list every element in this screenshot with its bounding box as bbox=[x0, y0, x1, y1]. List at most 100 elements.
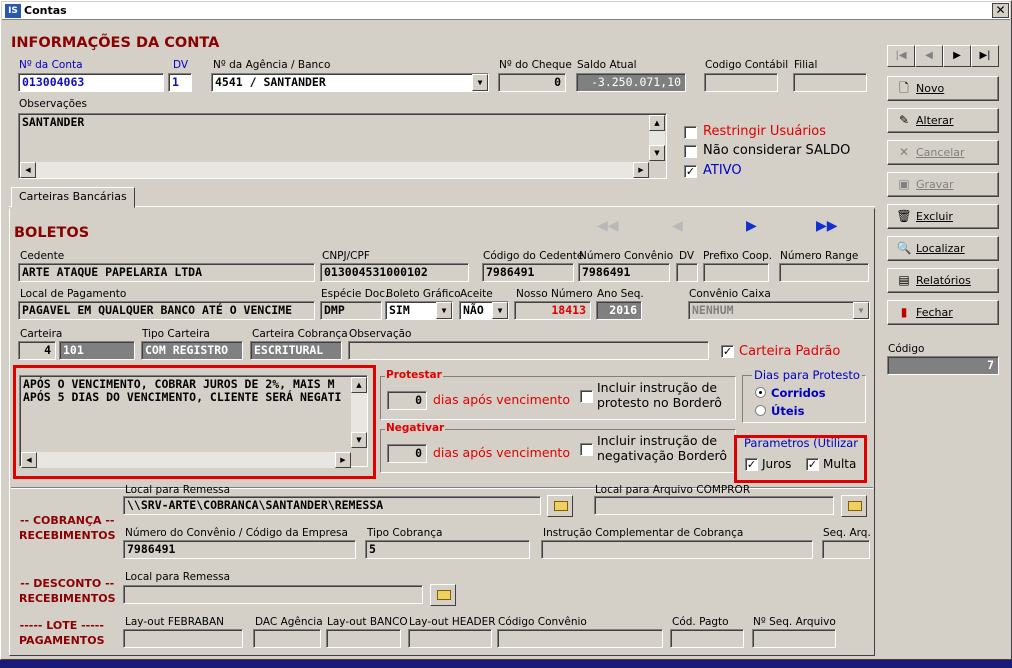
tipo-cob-field[interactable]: 5 bbox=[365, 540, 530, 559]
chevron-down-icon[interactable]: ▼ bbox=[492, 302, 508, 319]
num-range-field[interactable] bbox=[779, 263, 869, 282]
alterar-button[interactable]: ✎ Alterar bbox=[887, 108, 999, 133]
obs-hscroll[interactable]: ◀ ▶ bbox=[20, 162, 649, 178]
convenio-field[interactable]: 7986491 bbox=[123, 540, 356, 559]
filial-field[interactable] bbox=[793, 73, 867, 92]
section-conta-title: INFORMAÇÕES DA CONTA bbox=[11, 35, 220, 51]
desc-remessa-field[interactable] bbox=[123, 585, 423, 604]
nav-prev-button[interactable]: ◀ bbox=[915, 45, 943, 67]
novo-button[interactable]: 🗋 Novo bbox=[887, 76, 999, 101]
especie-field[interactable]: DMP bbox=[320, 301, 382, 320]
local-comprob-field[interactable] bbox=[594, 496, 834, 515]
incl-protesto-checkbox[interactable] bbox=[580, 390, 593, 403]
conv-lote-field[interactable] bbox=[497, 629, 663, 648]
excluir-label: Excluir bbox=[916, 210, 953, 223]
conv-lote-label: Código Convênio bbox=[498, 616, 587, 628]
nosso-num-field[interactable]: 18413 bbox=[514, 301, 591, 320]
protestar-dias-field[interactable]: 0 bbox=[387, 391, 427, 410]
scroll-left-icon[interactable]: ◀ bbox=[20, 162, 36, 178]
uteis-radio[interactable] bbox=[755, 405, 766, 416]
agencia-select[interactable]: 4541 / SANTANDER ▼ bbox=[211, 73, 489, 92]
febraban-label: Lay-out FEBRABAN bbox=[125, 616, 225, 628]
nav-last-button[interactable]: ▶| bbox=[971, 45, 999, 67]
boleto-graf-select[interactable]: SIM ▼ bbox=[385, 301, 453, 320]
pagto-field[interactable] bbox=[670, 629, 744, 648]
protestar-label: Protestar bbox=[385, 369, 443, 381]
local-comprob-label: Local para Arquivo COMPROR bbox=[595, 484, 751, 496]
folder-icon[interactable] bbox=[547, 495, 573, 517]
conv-caixa-select[interactable]: NENHUM ▼ bbox=[688, 301, 870, 320]
contabil-label: Codigo Contábil bbox=[705, 59, 789, 71]
folder-icon[interactable] bbox=[430, 584, 456, 606]
chevron-down-icon[interactable]: ▼ bbox=[472, 74, 488, 91]
dv2-field[interactable] bbox=[676, 263, 698, 282]
first-record-icon[interactable]: ◀◀ bbox=[597, 218, 619, 234]
obs2-field[interactable] bbox=[348, 341, 709, 360]
cnpj-field[interactable]: 013004531000102 bbox=[320, 263, 469, 282]
dac-label: DAC Agência bbox=[255, 616, 323, 628]
carteira-num-field[interactable]: 4 bbox=[18, 341, 56, 360]
excluir-button[interactable]: 🗑 Excluir bbox=[887, 204, 999, 229]
cedente-field[interactable]: ARTE ATAQUE PAPELARIA LTDA bbox=[18, 263, 315, 282]
obs-vscroll[interactable]: ▲ ▼ bbox=[649, 115, 665, 161]
nao-saldo-label: Não considerar SALDO bbox=[703, 143, 851, 158]
ativo-checkbox[interactable]: ✓ bbox=[684, 165, 697, 178]
desconto-group-label: -- DESCONTO -- RECEBIMENTOS bbox=[19, 577, 116, 605]
ano-seq-field[interactable]: 2016 bbox=[596, 301, 642, 320]
carteira-cod-field: 101 bbox=[59, 341, 135, 360]
tab-carteiras[interactable]: Carteiras Bancárias bbox=[11, 187, 135, 208]
last-record-icon[interactable]: ▶▶ bbox=[816, 218, 838, 234]
seq-lote-field[interactable] bbox=[752, 629, 836, 648]
instr-comp-field[interactable] bbox=[541, 540, 813, 559]
local-remessa-label: Local para Remessa bbox=[125, 484, 231, 496]
localizar-label: Localizar bbox=[916, 242, 965, 255]
contabil-field[interactable] bbox=[704, 73, 778, 92]
local-remessa-field[interactable]: \\SRV-ARTE\COBRANCA\SANTANDER\REMESSA bbox=[123, 496, 541, 515]
prev-record-icon[interactable]: ◀ bbox=[672, 218, 683, 234]
n-conta-field[interactable]: 013004063 bbox=[18, 73, 164, 92]
gravar-button[interactable]: ▣ Gravar bbox=[887, 172, 999, 197]
banco-field[interactable] bbox=[326, 629, 401, 648]
corridos-radio[interactable] bbox=[755, 387, 766, 398]
scroll-right-icon[interactable]: ▶ bbox=[633, 162, 649, 178]
cod-cedente-field[interactable]: 7986491 bbox=[482, 263, 574, 282]
close-icon[interactable]: ✕ bbox=[992, 3, 1009, 18]
relatorios-button[interactable]: ▤ Relatórios bbox=[887, 268, 999, 293]
cancelar-button[interactable]: ✕ Cancelar bbox=[887, 140, 999, 165]
negativar-dias-field[interactable]: 0 bbox=[387, 444, 427, 463]
aceite-select[interactable]: NÃO ▼ bbox=[459, 301, 509, 320]
seq-arq-field[interactable] bbox=[822, 540, 870, 559]
padrao-checkbox[interactable]: ✓ bbox=[721, 345, 734, 358]
dias-protesto-label: Dias para Protesto bbox=[752, 368, 862, 382]
localizar-button[interactable]: 🔍 Localizar bbox=[887, 236, 999, 261]
prefixo-field[interactable] bbox=[703, 263, 769, 282]
febraban-field[interactable] bbox=[123, 629, 243, 648]
local-pag-label: Local de Pagamento bbox=[20, 288, 127, 300]
fechar-label: Fechar bbox=[916, 306, 953, 319]
nao-saldo-checkbox[interactable] bbox=[684, 145, 697, 158]
tipo-cob-label: Tipo Cobrança bbox=[367, 527, 443, 539]
banco-label: Lay-out BANCO bbox=[327, 616, 408, 628]
next-record-icon[interactable]: ▶ bbox=[746, 218, 757, 234]
cheque-field[interactable]: 0 bbox=[498, 73, 566, 92]
dac-field[interactable] bbox=[253, 629, 321, 648]
header-field[interactable] bbox=[408, 629, 492, 648]
scroll-down-icon[interactable]: ▼ bbox=[649, 145, 665, 161]
folder-icon[interactable] bbox=[841, 495, 867, 517]
boleto-graf-value: SIM bbox=[389, 303, 410, 317]
restringir-checkbox[interactable] bbox=[684, 126, 697, 139]
nav-next-button[interactable]: ▶ bbox=[943, 45, 971, 67]
incl-negat-checkbox[interactable] bbox=[580, 443, 593, 456]
chevron-down-icon[interactable]: ▼ bbox=[853, 302, 869, 319]
chevron-down-icon[interactable]: ▼ bbox=[436, 302, 452, 319]
scroll-up-icon[interactable]: ▲ bbox=[649, 115, 665, 131]
obs2-label: Observação bbox=[349, 328, 412, 340]
agencia-value: 4541 / SANTANDER bbox=[215, 75, 326, 89]
boleto-graf-label: Boleto Gráfico bbox=[386, 288, 461, 300]
local-pag-field[interactable]: PAGAVEL EM QUALQUER BANCO ATÉ O VENCIME bbox=[18, 301, 315, 320]
nav-first-button[interactable]: |◀ bbox=[887, 45, 915, 67]
fechar-button[interactable]: ▮ Fechar bbox=[887, 300, 999, 325]
cobranca-label: Carteira Cobrança bbox=[252, 328, 348, 340]
num-convenio-field[interactable]: 7986491 bbox=[578, 263, 670, 282]
dv-field[interactable]: 1 bbox=[168, 73, 192, 92]
